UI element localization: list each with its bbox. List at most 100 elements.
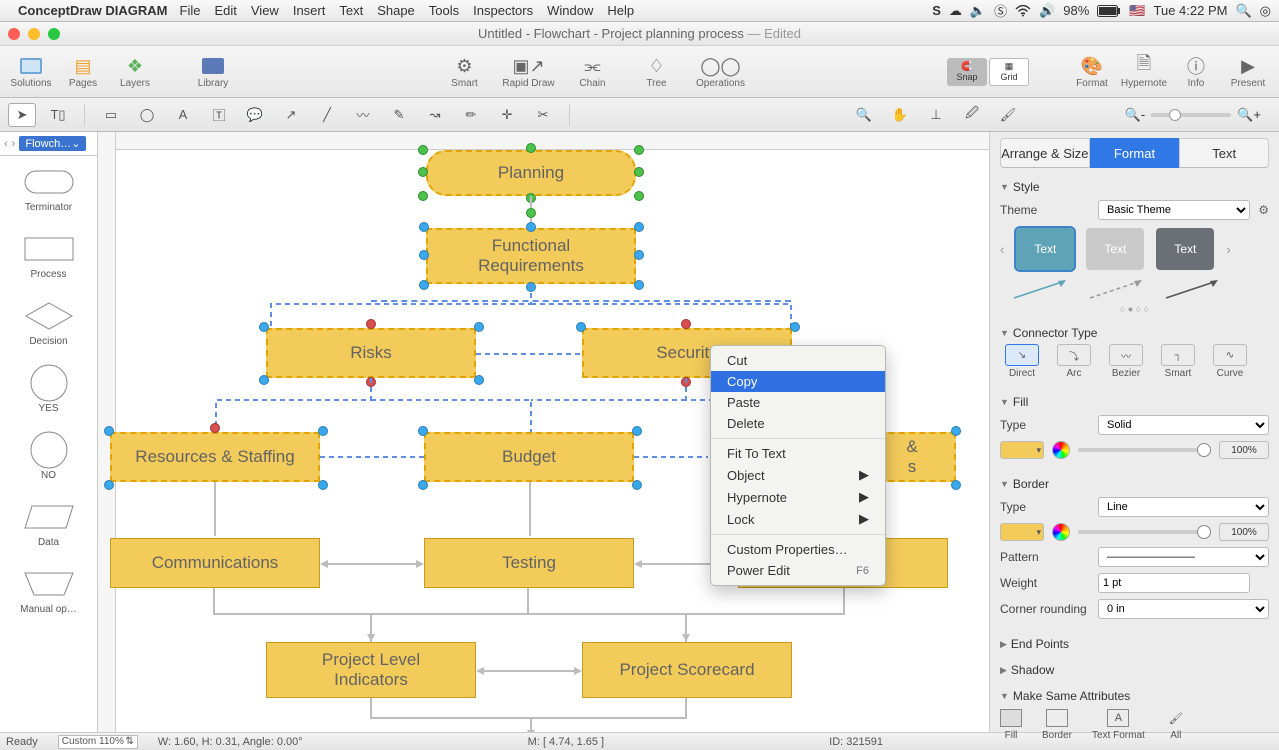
- info-button[interactable]: ⓘInfo: [1171, 49, 1221, 95]
- ctx-delete[interactable]: Delete: [711, 413, 885, 434]
- border-color-swatch[interactable]: [1000, 523, 1044, 541]
- minimize-window-icon[interactable]: [28, 28, 40, 40]
- traffic-lights[interactable]: [8, 28, 60, 40]
- ctx-object[interactable]: Object▶: [711, 464, 885, 486]
- spotlight-icon[interactable]: 🔍: [1235, 3, 1251, 19]
- swatch-prev-icon[interactable]: ‹: [1000, 242, 1004, 257]
- swatch-2[interactable]: Text: [1086, 228, 1144, 270]
- tab-text[interactable]: Text: [1179, 138, 1269, 168]
- menu-shape[interactable]: Shape: [377, 3, 415, 18]
- menu-edit[interactable]: Edit: [214, 3, 236, 18]
- pages-button[interactable]: ▤Pages: [58, 49, 108, 95]
- smart-button[interactable]: ⚙︎Smart: [434, 49, 496, 95]
- menu-tools[interactable]: Tools: [429, 3, 459, 18]
- ctx-paste[interactable]: Paste: [711, 392, 885, 413]
- grid-toggle[interactable]: ▦Grid: [989, 58, 1029, 86]
- att-border[interactable]: Border: [1042, 709, 1072, 741]
- fill-type-select[interactable]: Solid: [1098, 415, 1269, 435]
- snap-toggle[interactable]: 🧲Snap: [947, 58, 987, 86]
- conn-bezier[interactable]: 〰Bezier: [1104, 344, 1148, 379]
- att-fill[interactable]: Fill: [1000, 709, 1022, 741]
- cloud-icon[interactable]: ☁︎: [949, 3, 962, 19]
- att-all[interactable]: 🖌All: [1165, 709, 1187, 741]
- menu-insert[interactable]: Insert: [293, 3, 326, 18]
- node-testing[interactable]: Testing: [424, 538, 634, 588]
- tab-arrange[interactable]: Arrange & Size: [1000, 138, 1090, 168]
- section-style[interactable]: Style: [1000, 180, 1269, 194]
- border-opacity[interactable]: 100%: [1219, 523, 1269, 541]
- line-tool[interactable]: ╱: [313, 103, 341, 127]
- color-wheel-icon[interactable]: [1052, 441, 1070, 459]
- status-zoom-select[interactable]: Custom 110%⇅: [58, 735, 138, 749]
- ctx-hypernote[interactable]: Hypernote▶: [711, 486, 885, 508]
- shape-manual-op[interactable]: Manual op…: [0, 568, 97, 615]
- section-conn-type[interactable]: Connector Type: [1000, 326, 1269, 340]
- section-fill[interactable]: Fill: [1000, 395, 1269, 409]
- format-button[interactable]: 🎨Format: [1067, 49, 1117, 95]
- ellipse-tool[interactable]: ◯: [133, 103, 161, 127]
- node-risks[interactable]: Risks: [266, 328, 476, 378]
- operations-button[interactable]: ◯◯Operations: [690, 49, 752, 95]
- menu-help[interactable]: Help: [607, 3, 634, 18]
- menu-window[interactable]: Window: [547, 3, 593, 18]
- ctx-lock[interactable]: Lock▶: [711, 508, 885, 530]
- flag-icon[interactable]: 🇺🇸: [1129, 3, 1145, 19]
- shape-yes[interactable]: YES: [0, 367, 97, 414]
- rect-tool[interactable]: ▭: [97, 103, 125, 127]
- hand-tool[interactable]: ✋: [886, 103, 914, 127]
- wifi-icon[interactable]: [1015, 5, 1031, 17]
- stamp-tool[interactable]: ⊥: [922, 103, 950, 127]
- section-make-same[interactable]: Make Same Attributes: [1000, 689, 1269, 703]
- pattern-select[interactable]: ————————: [1098, 547, 1269, 567]
- arrow-tool[interactable]: ↗: [277, 103, 305, 127]
- siri-icon[interactable]: ◎: [1260, 3, 1271, 19]
- crumb-back-icon[interactable]: ‹: [4, 138, 8, 150]
- text-a-tool[interactable]: A: [169, 103, 197, 127]
- skype-icon[interactable]: Ⓢ: [994, 1, 1007, 20]
- section-endpoints[interactable]: End Points: [1000, 637, 1269, 651]
- shape-terminator[interactable]: Terminator: [0, 166, 97, 213]
- menu-file[interactable]: File: [180, 3, 201, 18]
- callout-tool[interactable]: 💬: [241, 103, 269, 127]
- zoom-tool[interactable]: 🔍: [850, 103, 878, 127]
- select-tool[interactable]: ➤: [8, 103, 36, 127]
- conn-curve[interactable]: ∿Curve: [1208, 344, 1252, 379]
- zoom-in-icon[interactable]: 🔍+: [1237, 107, 1261, 123]
- zoom-out-icon[interactable]: 🔍-: [1125, 107, 1146, 123]
- corner-select[interactable]: 0 in: [1098, 599, 1269, 619]
- ctx-fit[interactable]: Fit To Text: [711, 443, 885, 464]
- node-tool[interactable]: ✛: [493, 103, 521, 127]
- swatch-next-icon[interactable]: ›: [1226, 242, 1230, 257]
- section-border[interactable]: Border: [1000, 477, 1269, 491]
- swatch-1[interactable]: Text: [1016, 228, 1074, 270]
- battery-icon[interactable]: [1097, 5, 1121, 17]
- shape-data[interactable]: Data: [0, 501, 97, 548]
- zoom-window-icon[interactable]: [48, 28, 60, 40]
- shape-process[interactable]: Process: [0, 233, 97, 280]
- text-tool[interactable]: T▯: [44, 103, 72, 127]
- pen-tool[interactable]: ✎: [385, 103, 413, 127]
- fill-color-swatch[interactable]: [1000, 441, 1044, 459]
- textbox-tool[interactable]: 🅃: [205, 103, 233, 127]
- solutions-button[interactable]: Solutions: [6, 49, 56, 95]
- zoom-slider[interactable]: 🔍- 🔍+: [1125, 107, 1261, 123]
- close-window-icon[interactable]: [8, 28, 20, 40]
- speaker-icon[interactable]: 🔈: [970, 3, 986, 19]
- ctx-copy[interactable]: Copy: [711, 371, 885, 392]
- scissors-tool[interactable]: ✂: [529, 103, 557, 127]
- connector-tool[interactable]: ↝: [421, 103, 449, 127]
- theme-select[interactable]: Basic Theme: [1098, 200, 1250, 220]
- node-communications[interactable]: Communications: [110, 538, 320, 588]
- rapid-draw-button[interactable]: ▣↗Rapid Draw: [498, 49, 560, 95]
- canvas[interactable]: Planning Functional Requirements Risks S…: [98, 132, 989, 732]
- status-icon[interactable]: S: [932, 3, 941, 18]
- layers-button[interactable]: ❖Layers: [110, 49, 160, 95]
- att-textformat[interactable]: AText Format: [1092, 709, 1145, 741]
- ctx-power[interactable]: Power EditF6: [711, 560, 885, 581]
- crumb-current[interactable]: Flowch… ⌄: [19, 136, 86, 151]
- border-type-select[interactable]: Line: [1098, 497, 1269, 517]
- node-budget[interactable]: Budget: [424, 432, 634, 482]
- swatch-3[interactable]: Text: [1156, 228, 1214, 270]
- pencil-tool[interactable]: ✏: [457, 103, 485, 127]
- shape-decision[interactable]: Decision: [0, 300, 97, 347]
